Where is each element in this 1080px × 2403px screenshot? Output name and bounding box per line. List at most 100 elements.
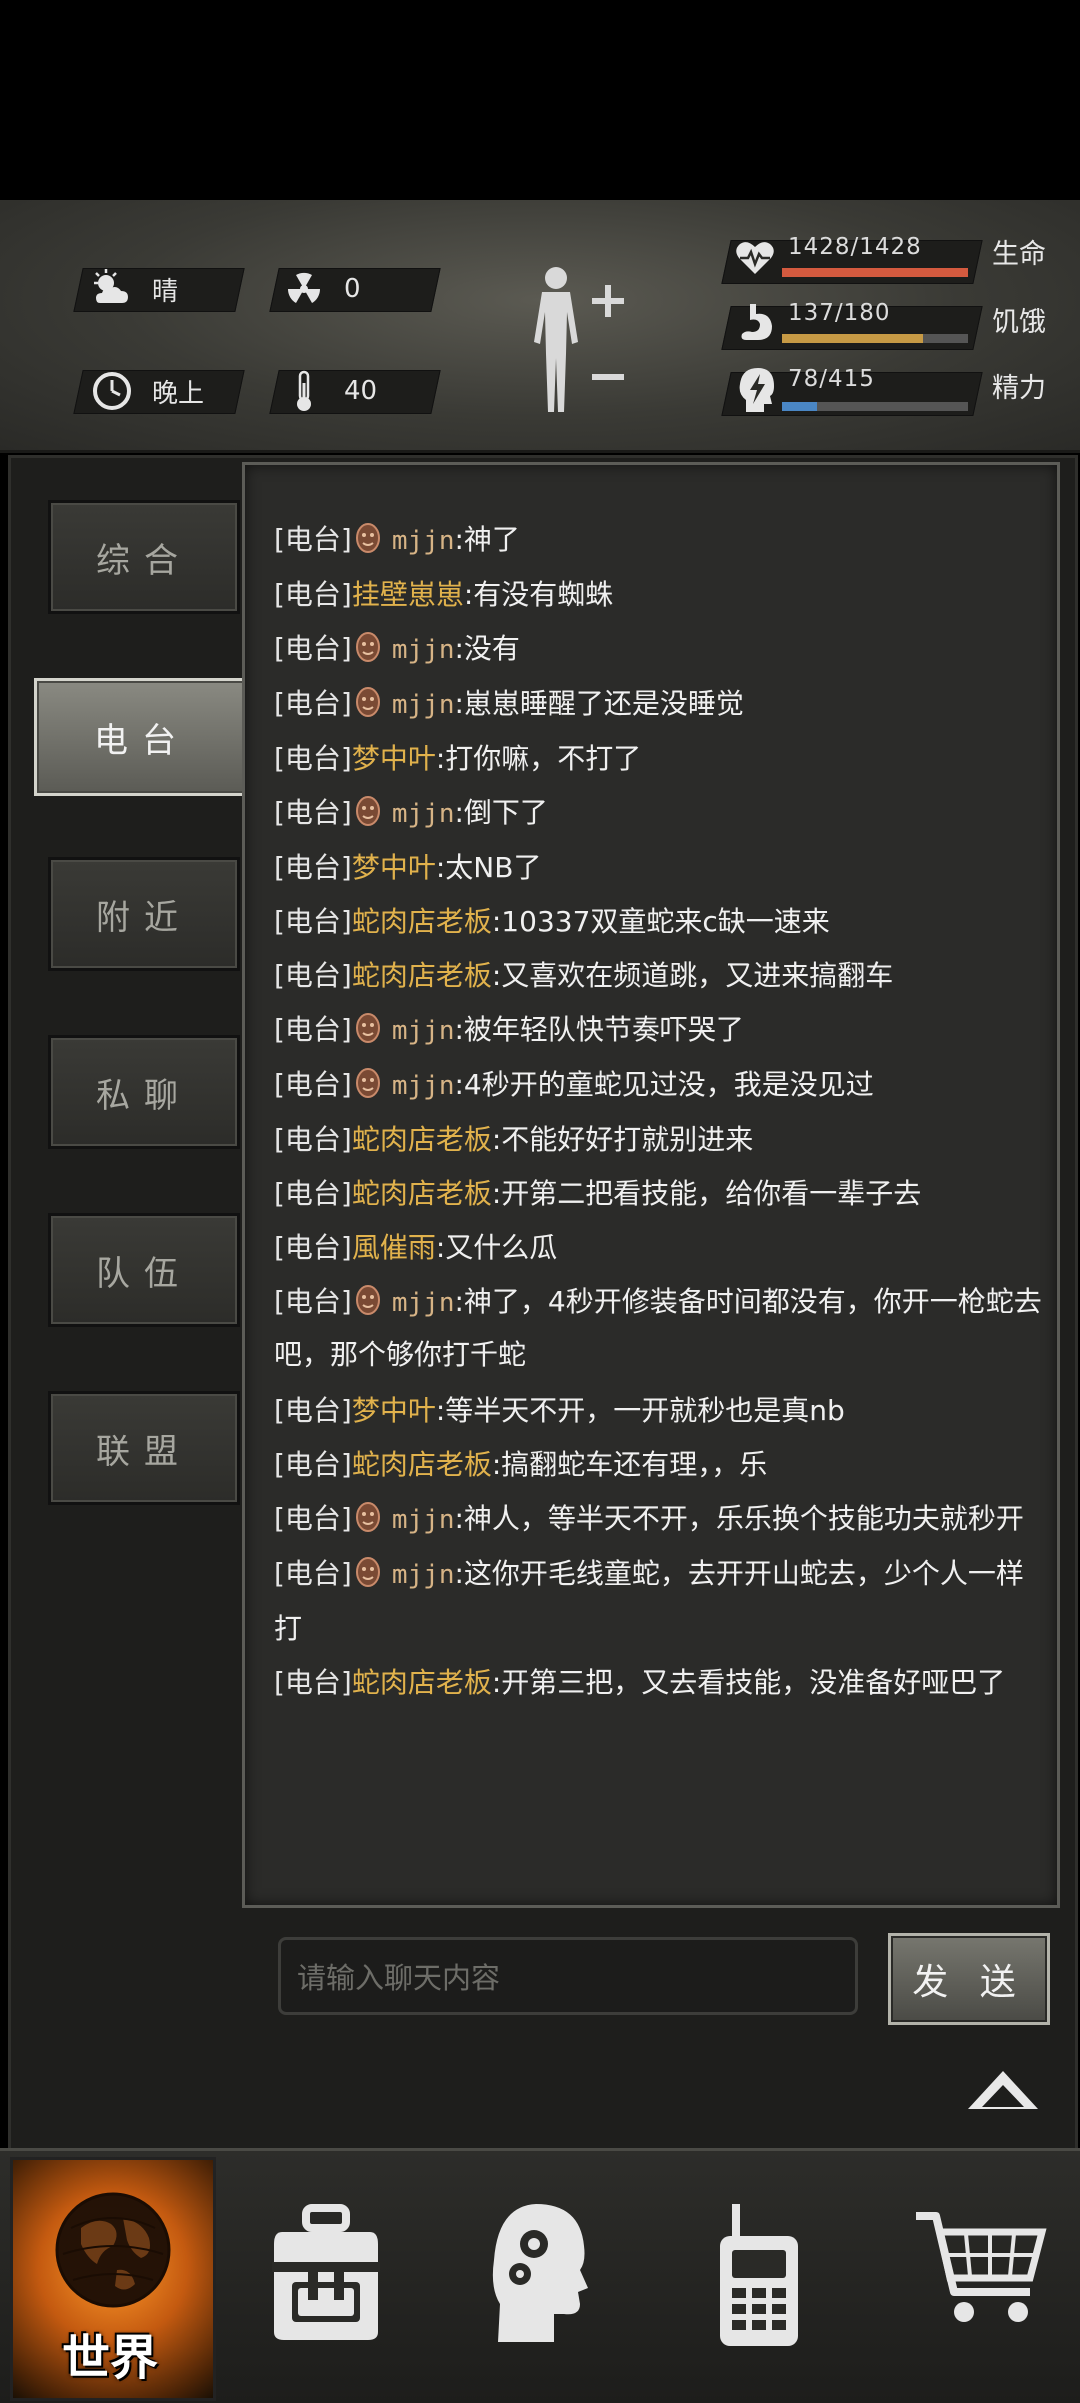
chat-message[interactable]: [电台] mjjn:崽崽睡醒了还是没睡觉	[274, 677, 1042, 732]
chat-message-list[interactable]: [电台] mjjn:神了 [电台]挂壁崽崽:有没有蜘蛛 [电台] mjjn:没有 [电台]…	[274, 513, 1042, 1883]
message-sender[interactable]: mjjn	[392, 526, 455, 556]
message-sender[interactable]: 蛇肉店老板	[352, 1448, 492, 1481]
message-text: :被年轻队快节奏吓哭了	[454, 1013, 744, 1046]
sun-cloud-icon	[94, 269, 128, 303]
message-sender[interactable]: mjjn	[392, 635, 455, 665]
message-sender[interactable]: mjjn	[392, 1016, 455, 1046]
backpack-icon[interactable]	[268, 2204, 384, 2344]
energy-bar-fill	[782, 402, 818, 411]
message-text: :又什么瓜	[435, 1231, 558, 1264]
player-badge-icon	[355, 1068, 380, 1098]
stomach-icon	[741, 304, 772, 340]
message-sender[interactable]: 蛇肉店老板	[352, 1666, 492, 1699]
message-sender[interactable]: 風催雨	[352, 1231, 436, 1264]
message-channel: [电台]	[274, 1448, 352, 1481]
player-badge-icon	[355, 632, 380, 662]
message-sender[interactable]: mjjn	[392, 1288, 455, 1318]
message-channel: [电台]	[274, 959, 352, 992]
tab-nearby[interactable]: 附近	[48, 857, 240, 971]
health-value: 1428/1428	[788, 234, 922, 260]
message-text: :神了	[454, 523, 520, 556]
message-channel: [电台]	[274, 1068, 352, 1101]
message-text: :开第三把，又去看技能，没准备好哑巴了	[491, 1666, 1006, 1699]
status-bar-area	[0, 0, 1080, 200]
message-sender[interactable]: 挂壁崽崽	[352, 578, 464, 611]
tab-general[interactable]: 综合	[48, 500, 240, 614]
send-button[interactable]: 发 送	[888, 1933, 1050, 2025]
chat-message[interactable]: [电台]蛇肉店老板:不能好好打就别进来	[274, 1113, 1042, 1167]
chat-message[interactable]: [电台] mjjn:神人，等半天不开，乐乐换个技能功夫就秒开	[274, 1492, 1042, 1547]
health-label: 生命	[992, 239, 1046, 270]
message-text: :等半天不开，一开就秒也是真nb	[435, 1394, 845, 1427]
tab-radio[interactable]: 电台	[34, 678, 250, 796]
chat-message[interactable]: [电台] mjjn:4秒开的童蛇见过没，我是没见过	[274, 1058, 1042, 1113]
message-channel: [电台]	[274, 905, 352, 938]
hunger-label: 饥饿	[992, 307, 1046, 338]
message-text: :不能好好打就别进来	[491, 1123, 754, 1156]
chat-message[interactable]: [电台] mjjn:没有	[274, 622, 1042, 677]
chat-message[interactable]: [电台] mjjn:神了	[274, 513, 1042, 568]
temperature-value: 40	[344, 376, 378, 406]
player-badge-icon	[355, 1285, 380, 1315]
head-gears-icon[interactable]	[490, 2200, 590, 2346]
nav-world-label: 世界	[61, 2330, 158, 2386]
player-badge-icon	[355, 1557, 380, 1587]
chevron-up-icon[interactable]	[966, 2067, 1040, 2113]
hunger-value: 137/180	[788, 300, 891, 326]
chat-message[interactable]: [电台] mjjn:被年轻队快节奏吓哭了	[274, 1003, 1042, 1058]
energy-value: 78/415	[788, 366, 875, 392]
tab-private[interactable]: 私聊	[48, 1035, 240, 1149]
message-channel: [电台]	[274, 1177, 352, 1210]
chat-message[interactable]: [电台]蛇肉店老板:10337双童蛇来c缺一速来	[274, 895, 1042, 949]
message-text: :倒下了	[454, 796, 548, 829]
radiation-indicator: 0	[282, 268, 361, 310]
message-sender[interactable]: mjjn	[392, 1505, 455, 1535]
body-silhouette-icon[interactable]	[520, 262, 630, 422]
time-indicator: 晚上	[90, 370, 204, 412]
chat-message[interactable]: [电台]梦中叶:等半天不开，一开就秒也是真nb	[274, 1384, 1042, 1438]
message-sender[interactable]: 蛇肉店老板	[352, 959, 492, 992]
message-channel: [电台]	[274, 1557, 352, 1590]
message-sender[interactable]: mjjn	[392, 690, 455, 720]
walkie-talkie-icon[interactable]	[714, 2200, 804, 2350]
message-text: :搞翻蛇车还有理，，乐	[491, 1448, 768, 1481]
chat-message[interactable]: [电台]蛇肉店老板:开第二把看技能，给你看一辈子去	[274, 1167, 1042, 1221]
message-sender[interactable]: mjjn	[392, 1560, 455, 1590]
message-sender[interactable]: 蛇肉店老板	[352, 1177, 492, 1210]
chat-message[interactable]: [电台] mjjn:神了，4秒开修装备时间都没有，你开一枪蛇去吧，那个够你打千蛇	[274, 1275, 1042, 1384]
message-text: :太NB了	[435, 851, 542, 884]
tab-alliance[interactable]: 联盟	[48, 1391, 240, 1505]
player-badge-icon	[355, 523, 380, 553]
message-text: :又喜欢在频道跳，又进来搞翻车	[491, 959, 894, 992]
chat-message[interactable]: [电台]蛇肉店老板:开第三把，又去看技能，没准备好哑巴了	[274, 1656, 1042, 1710]
message-sender[interactable]: 蛇肉店老板	[352, 905, 492, 938]
message-text: :10337双童蛇来c缺一速来	[491, 905, 830, 938]
health-bar-fill	[782, 268, 968, 277]
message-channel: [电台]	[274, 578, 352, 611]
message-sender[interactable]: 蛇肉店老板	[352, 1123, 492, 1156]
message-channel: [电台]	[274, 851, 352, 884]
chat-message[interactable]: [电台] mjjn:这你开毛线童蛇，去开开山蛇去，少个人一样打	[274, 1547, 1042, 1656]
chat-input[interactable]: 请输入聊天内容	[278, 1937, 858, 2015]
chat-message[interactable]: [电台]梦中叶:太NB了	[274, 841, 1042, 895]
message-channel: [电台]	[274, 523, 352, 556]
weather-value: 晴	[152, 276, 179, 307]
message-channel: [电台]	[274, 632, 352, 665]
tab-team[interactable]: 队伍	[48, 1213, 240, 1327]
message-sender[interactable]: 梦中叶	[352, 851, 436, 884]
chat-message[interactable]: [电台]蛇肉店老板:搞翻蛇车还有理，，乐	[274, 1438, 1042, 1492]
message-sender[interactable]: mjjn	[392, 799, 455, 829]
shopping-cart-icon[interactable]	[912, 2208, 1048, 2328]
message-sender[interactable]: 梦中叶	[352, 1394, 436, 1427]
chat-message[interactable]: [电台] mjjn:倒下了	[274, 786, 1042, 841]
chat-message[interactable]: [电台]挂壁崽崽:有没有蜘蛛	[274, 568, 1042, 622]
chat-message[interactable]: [电台]梦中叶:打你嘛，不打了	[274, 732, 1042, 786]
message-channel: [电台]	[274, 1123, 352, 1156]
message-sender[interactable]: 梦中叶	[352, 742, 436, 775]
chat-message[interactable]: [电台]蛇肉店老板:又喜欢在频道跳，又进来搞翻车	[274, 949, 1042, 1003]
thermometer-icon	[297, 370, 311, 411]
chat-message[interactable]: [电台]風催雨:又什么瓜	[274, 1221, 1042, 1275]
hunger-bar	[782, 334, 968, 343]
message-sender[interactable]: mjjn	[392, 1071, 455, 1101]
player-badge-icon	[355, 1013, 380, 1043]
